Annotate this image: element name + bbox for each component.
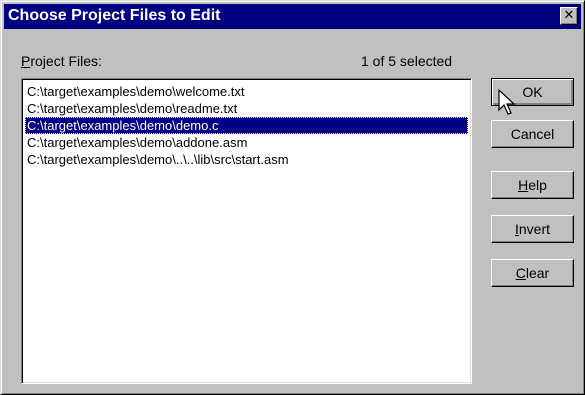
dialog-title: Choose Project Files to Edit (8, 7, 221, 24)
list-item[interactable]: C:\target\examples\demo\welcome.txt (25, 83, 468, 100)
list-item-selected[interactable]: C:\target\examples\demo\demo.c (25, 117, 468, 134)
invert-button[interactable]: Invert (491, 215, 574, 243)
mouse-pointer-icon (498, 89, 516, 115)
list-item[interactable]: C:\target\examples\demo\addone.asm (25, 134, 468, 151)
cancel-button-label: Cancel (510, 126, 555, 142)
invert-button-label: nvert (518, 221, 550, 237)
clear-button-label: lear (525, 265, 550, 281)
dialog-window: Choose Project Files to Edit ✕ Project F… (0, 0, 585, 395)
project-files-label: Project Files: (21, 53, 102, 69)
clear-mnemonic: C (515, 265, 526, 281)
ok-button-label: OK (522, 84, 543, 100)
project-files-label-rest: roject Files: (30, 53, 102, 69)
cancel-button[interactable]: Cancel (491, 120, 574, 148)
list-item[interactable]: C:\target\examples\demo\..\..\lib\src\st… (25, 151, 468, 168)
help-mnemonic: H (518, 177, 529, 193)
selection-count: 1 of 5 selected (361, 53, 453, 69)
clear-button[interactable]: Clear (491, 259, 574, 287)
help-button-label: elp (528, 177, 547, 193)
close-icon: ✕ (563, 8, 575, 23)
help-button[interactable]: Help (491, 171, 574, 199)
project-files-mnemonic: P (21, 53, 31, 69)
close-button[interactable]: ✕ (560, 7, 578, 25)
project-files-listbox[interactable]: C:\target\examples\demo\welcome.txt C:\t… (21, 78, 472, 384)
title-bar[interactable]: Choose Project Files to Edit ✕ (4, 4, 581, 29)
list-item[interactable]: C:\target\examples\demo\readme.txt (25, 100, 468, 117)
